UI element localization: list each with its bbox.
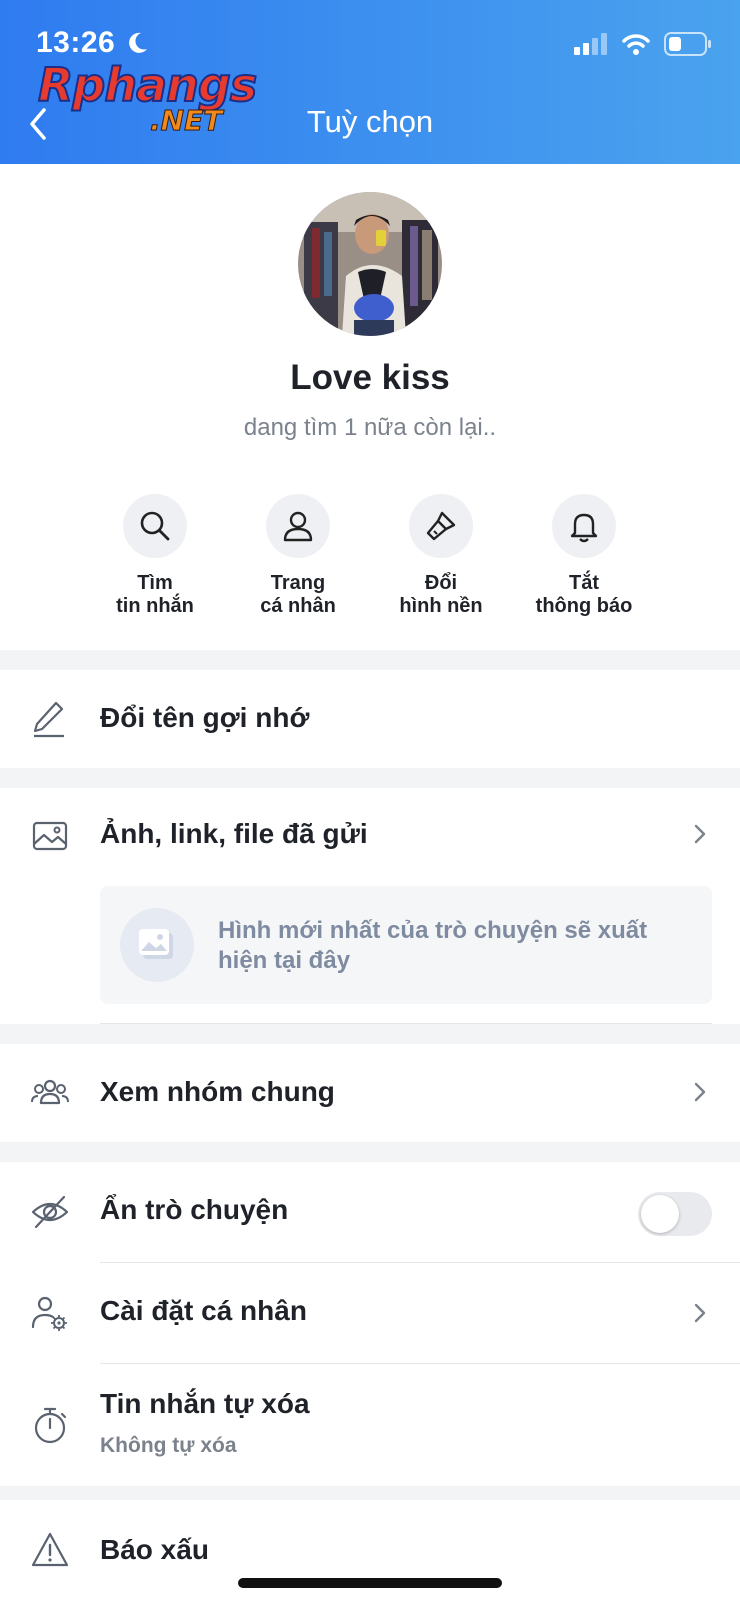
action-label-line2: tin nhắn [116, 595, 194, 617]
action-search-messages[interactable]: Tìm tin nhắn [80, 494, 230, 618]
user-icon [283, 511, 313, 542]
privacy-section: Ẩn trò chuyện Cài đặt cá nhân Tin nhắn t… [0, 1162, 740, 1486]
signal-icon [574, 33, 608, 60]
action-change-wallpaper[interactable]: Đổi hình nền [366, 494, 516, 618]
personal-settings-label: Cài đặt cá nhân [100, 1295, 307, 1326]
chevron-right-icon [692, 1301, 708, 1325]
hide-chat-row: Ẩn trò chuyện [0, 1162, 740, 1262]
action-label-line1: Tắt [569, 572, 599, 594]
hide-chat-toggle[interactable] [638, 1192, 712, 1236]
group-icon [30, 1072, 70, 1112]
moon-icon [124, 30, 150, 61]
profile-section: Love kiss dang tìm 1 nữa còn lại.. Tìm t… [0, 164, 740, 650]
profile-status: dang tìm 1 nữa còn lại.. [243, 414, 497, 441]
action-label-line1: Đổi [424, 572, 458, 594]
pencil-icon [30, 699, 70, 739]
bell-icon [570, 513, 598, 543]
groups-label: Xem nhóm chung [100, 1076, 335, 1107]
action-label-line2: cá nhân [260, 595, 336, 617]
chevron-right-icon [692, 1080, 708, 1104]
action-circle [552, 494, 616, 558]
paint-brush-icon [426, 511, 456, 541]
divider [100, 1023, 712, 1024]
header-bar: 13:26 Rphangs .NET Tuỳ chọn [0, 0, 740, 164]
image-placeholder-icon [120, 908, 194, 982]
toggle-knob [641, 1195, 679, 1233]
avatar[interactable] [298, 192, 442, 336]
action-circle [123, 494, 187, 558]
profile-name: Love kiss [290, 358, 450, 397]
user-settings-icon [30, 1293, 70, 1333]
personal-settings-row[interactable]: Cài đặt cá nhân [0, 1263, 740, 1363]
search-icon [140, 511, 170, 541]
status-time: 13:26 [36, 26, 116, 59]
auto-delete-label: Tin nhắn tự xóa [100, 1388, 310, 1419]
media-label: Ảnh, link, file đã gửi [100, 818, 368, 849]
rename-section: Đổi tên gợi nhớ [0, 670, 740, 768]
action-label-line1: Tìm [137, 572, 173, 594]
report-label: Báo xấu [100, 1534, 209, 1565]
rename-row[interactable]: Đổi tên gợi nhớ [0, 670, 740, 768]
action-label-line1: Trang [270, 572, 326, 594]
media-section: Ảnh, link, file đã gửi Hình mới nhất của… [0, 788, 740, 1024]
action-circle [266, 494, 330, 558]
home-indicator [238, 1578, 502, 1588]
status-icons [574, 32, 712, 61]
action-label: Tìm tin nhắn [80, 572, 230, 618]
action-label-line2: thông báo [535, 595, 633, 617]
groups-section: Xem nhóm chung [0, 1044, 740, 1142]
timer-icon [30, 1406, 70, 1446]
auto-delete-row[interactable]: Tin nhắn tự xóa Không tự xóa [0, 1364, 740, 1486]
hide-chat-label: Ẩn trò chuyện [100, 1194, 289, 1225]
rename-label: Đổi tên gợi nhớ [100, 702, 310, 733]
wifi-icon [622, 33, 650, 60]
action-label: Tắt thông báo [509, 572, 659, 618]
media-preview-empty: Hình mới nhất của trò chuyện sẽ xuất hiệ… [100, 886, 712, 1004]
page-title: Tuỳ chọn [306, 104, 434, 139]
auto-delete-value: Không tự xóa [100, 1434, 237, 1457]
gallery-icon [30, 816, 70, 856]
action-profile[interactable]: Trang cá nhân [223, 494, 373, 618]
media-empty-text: Hình mới nhất của trò chuyện sẽ xuất hiệ… [218, 917, 648, 974]
action-label-line2: hình nền [399, 595, 483, 617]
action-label: Đổi hình nền [366, 572, 516, 618]
groups-row[interactable]: Xem nhóm chung [0, 1044, 740, 1142]
warning-icon [30, 1530, 70, 1570]
chevron-right-icon [692, 822, 708, 846]
battery-icon [664, 32, 712, 61]
media-row[interactable]: Ảnh, link, file đã gửi [0, 788, 740, 884]
eye-off-icon [30, 1192, 70, 1232]
action-mute-notifications[interactable]: Tắt thông báo [509, 494, 659, 618]
action-label: Trang cá nhân [223, 572, 373, 618]
action-circle [409, 494, 473, 558]
